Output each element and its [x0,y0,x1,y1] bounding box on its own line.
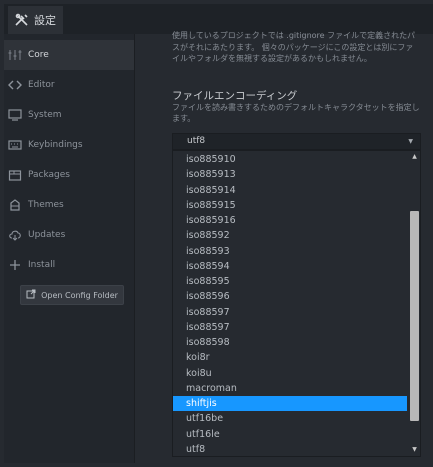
scroll-down-icon[interactable]: ▼ [410,445,419,455]
paintcan-icon [7,198,23,212]
cloud-download-icon [7,228,23,242]
chevron-down-icon: ▼ [408,138,413,145]
sidebar-item-label: Core [28,50,49,60]
open-config-folder-label: Open Config Folder [41,290,118,300]
scroll-up-icon[interactable]: ▲ [410,152,419,162]
dropdown-option[interactable]: utf8 [173,442,407,456]
sidebar-item-keybindings[interactable]: Keybindings [4,130,134,160]
select-value: utf8 [187,136,206,146]
dropdown-option[interactable]: iso885914 [173,183,407,198]
sidebar-item-label: Keybindings [28,140,83,150]
sidebar-item-label: System [28,110,62,120]
dropdown-option[interactable]: utf16be [173,411,407,426]
dropdown-option[interactable]: koi8u [173,366,407,381]
sidebar-item-label: Updates [28,230,66,240]
sidebar-item-system[interactable]: System [4,100,134,130]
sidebar-item-updates[interactable]: Updates [4,220,134,250]
sidebar-item-editor[interactable]: Editor [4,70,134,100]
open-config-folder-button[interactable]: Open Config Folder [20,285,124,305]
dropdown-option[interactable]: iso88597 [173,305,407,320]
monitor-icon [7,108,23,122]
dropdown-option[interactable]: iso88594 [173,259,407,274]
dropdown-option[interactable]: utf16le [173,427,407,442]
ignored-names-description: 使用しているプロジェクトでは .gitignore ファイルで定義されたパスがそ… [172,31,416,63]
sidebar-item-label: Packages [28,170,70,180]
sidebar-item-label: Themes [28,200,64,210]
dropdown-option[interactable]: iso88597 [173,320,407,335]
code-icon [7,78,23,92]
sidebar-item-core[interactable]: Core [4,40,134,70]
file-encoding-select[interactable]: utf8 ▼ [172,133,421,150]
dropdown-option[interactable]: iso88592 [173,228,407,243]
dropdown-option[interactable]: iso88593 [173,244,407,259]
settings-sidebar: Core Editor System Keybindings Packages [4,34,135,463]
link-external-icon [26,289,36,301]
sidebar-item-themes[interactable]: Themes [4,190,134,220]
dropdown-scrollbar[interactable]: ▲ ▼ [407,151,420,456]
dropdown-option[interactable]: iso885915 [173,198,407,213]
sidebar-item-label: Install [28,260,56,270]
dropdown-option[interactable]: iso885913 [173,167,407,182]
file-encoding-description: ファイルを読み書きするためのデフォルトキャラクタセットを指定します。 [172,103,420,123]
sidebar-item-packages[interactable]: Packages [4,160,134,190]
dropdown-option[interactable]: iso885916 [173,213,407,228]
dropdown-option[interactable]: iso88596 [173,289,407,304]
keyboard-icon [7,138,23,152]
tools-icon [14,13,30,27]
dropdown-option[interactable]: iso88598 [173,335,407,350]
tab-label: 設定 [34,14,56,27]
plus-icon [7,258,23,272]
dropdown-option[interactable]: macroman [173,381,407,396]
sidebar-item-install[interactable]: Install [4,250,134,280]
tab-settings[interactable]: 設定 [8,6,63,34]
file-encoding-title: ファイルエンコーディング [172,90,298,102]
settings-window: 設定 Core Editor System Keybindings Packag… [0,0,433,467]
encoding-dropdown-list: iso885910 iso885913 iso885914 iso885915 … [172,150,421,457]
dropdown-option[interactable]: koi8r [173,350,407,365]
scrollbar-thumb[interactable] [410,211,419,421]
sidebar-item-label: Editor [28,80,55,90]
settings-sliders-icon [7,48,23,62]
dropdown-option[interactable]: iso885910 [173,152,407,167]
package-icon [7,168,23,182]
dropdown-option[interactable]: iso88595 [173,274,407,289]
dropdown-option-selected[interactable]: shiftjis [173,396,407,412]
